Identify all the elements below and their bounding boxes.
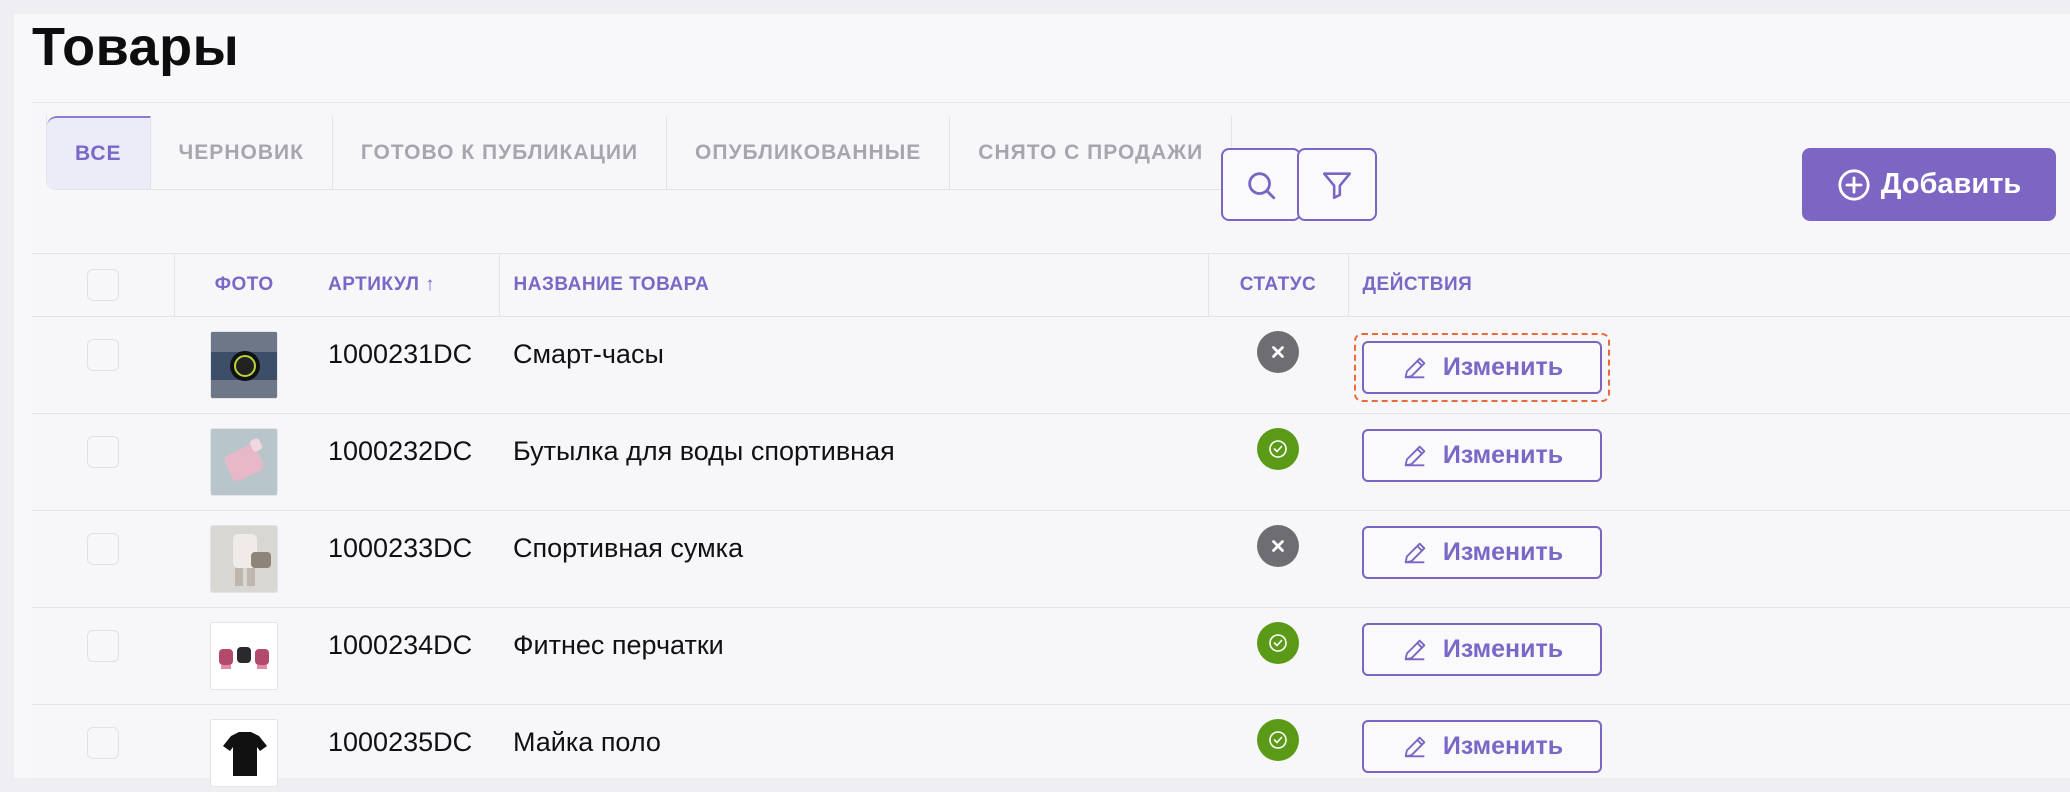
edit-button[interactable]: Изменить (1362, 429, 1602, 482)
status-active-icon (1257, 622, 1299, 664)
product-sku: 1000233DC (314, 510, 499, 608)
product-name: Смарт-часы (499, 316, 1208, 414)
select-all-checkbox[interactable] (86, 269, 119, 301)
pencil-icon (1404, 542, 1426, 563)
edit-button[interactable]: Изменить (1362, 623, 1602, 676)
edit-button-label: Изменить (1442, 635, 1564, 663)
pencil-icon (1404, 357, 1426, 378)
table-header-row: ФОТО АРТИКУЛ ↑ НАЗВАНИЕ ТОВАРА СТАТУС ДЕ… (32, 253, 2070, 317)
table-row: 1000231DC Смарт-часы Изменить (32, 316, 2070, 414)
tab-all[interactable]: ВСЕ (47, 116, 151, 189)
product-photo-fitness-gloves (210, 622, 278, 690)
product-sku: 1000234DC (314, 607, 499, 705)
product-sku: 1000232DC (314, 413, 499, 511)
sku-column-header[interactable]: АРТИКУЛ ↑ (314, 253, 499, 317)
search-button[interactable] (1221, 148, 1301, 221)
pencil-icon (1404, 736, 1426, 757)
tab-removed-from-sale[interactable]: СНЯТО С ПРОДАЖИ (950, 116, 1231, 189)
focus-highlight: Изменить (1354, 333, 1610, 402)
edit-button-label: Изменить (1442, 732, 1564, 760)
table-row: 1000232DC Бутылка для воды спортивная Из… (32, 413, 2070, 511)
products-page: Товары ВСЕ ЧЕРНОВИК ГОТОВО К ПУБЛИКАЦИИ … (14, 14, 2070, 792)
page-title: Товары (32, 17, 240, 77)
row-checkbox[interactable] (87, 339, 119, 371)
add-product-button[interactable]: Добавить (1802, 148, 2056, 221)
tab-ready-to-publish[interactable]: ГОТОВО К ПУБЛИКАЦИИ (333, 116, 668, 189)
status-active-icon (1257, 428, 1299, 470)
add-button-label: Добавить (1880, 168, 2022, 200)
row-checkbox[interactable] (87, 436, 119, 468)
product-name: Спортивная сумка (499, 510, 1208, 608)
name-column-header[interactable]: НАЗВАНИЕ ТОВАРА (498, 253, 1208, 317)
product-sku: 1000231DC (314, 316, 499, 414)
filter-icon (1322, 171, 1352, 199)
product-photo-water-bottle (210, 428, 278, 496)
product-name: Бутылка для воды спортивная (499, 413, 1208, 511)
tab-draft[interactable]: ЧЕРНОВИК (151, 116, 333, 189)
product-name: Майка поло (499, 704, 1208, 792)
edit-button-label: Изменить (1442, 538, 1564, 566)
product-photo-smartwatch (210, 331, 278, 399)
row-checkbox[interactable] (87, 630, 119, 662)
status-inactive-icon (1257, 525, 1299, 567)
row-checkbox[interactable] (87, 533, 119, 565)
products-panel: ВСЕ ЧЕРНОВИК ГОТОВО К ПУБЛИКАЦИИ ОПУБЛИК… (32, 102, 2070, 792)
products-table: ФОТО АРТИКУЛ ↑ НАЗВАНИЕ ТОВАРА СТАТУС ДЕ… (32, 253, 2070, 792)
tab-published[interactable]: ОПУБЛИКОВАННЫЕ (667, 116, 951, 189)
pencil-icon (1404, 639, 1426, 660)
table-row: 1000234DC Фитнес перчатки Изменить (32, 607, 2070, 705)
status-tabs: ВСЕ ЧЕРНОВИК ГОТОВО К ПУБЛИКАЦИИ ОПУБЛИК… (46, 116, 1233, 190)
pencil-icon (1404, 445, 1426, 466)
edit-button[interactable]: Изменить (1362, 720, 1602, 773)
edit-button[interactable]: Изменить (1362, 341, 1602, 394)
plus-circle-icon (1838, 168, 1870, 201)
status-inactive-icon (1257, 331, 1299, 373)
table-row: 1000233DC Спортивная сумка Изменить (32, 510, 2070, 608)
filter-button[interactable] (1297, 148, 1377, 221)
photo-column-header[interactable]: ФОТО (173, 253, 314, 317)
product-photo-sports-bag (210, 525, 278, 593)
row-checkbox[interactable] (87, 727, 119, 759)
product-name: Фитнес перчатки (499, 607, 1208, 705)
edit-button-label: Изменить (1442, 353, 1564, 381)
select-all-header (32, 253, 174, 317)
table-row: 1000235DC Майка поло Изменить (32, 704, 2070, 792)
status-active-icon (1257, 719, 1299, 761)
edit-button-label: Изменить (1442, 441, 1564, 469)
actions-column-header: ДЕЙСТВИЯ (1347, 253, 2070, 317)
edit-button[interactable]: Изменить (1362, 526, 1602, 579)
product-photo-polo-shirt (210, 719, 278, 787)
search-icon (1248, 171, 1276, 199)
product-sku: 1000235DC (314, 704, 499, 792)
status-column-header[interactable]: СТАТУС (1207, 253, 1348, 317)
